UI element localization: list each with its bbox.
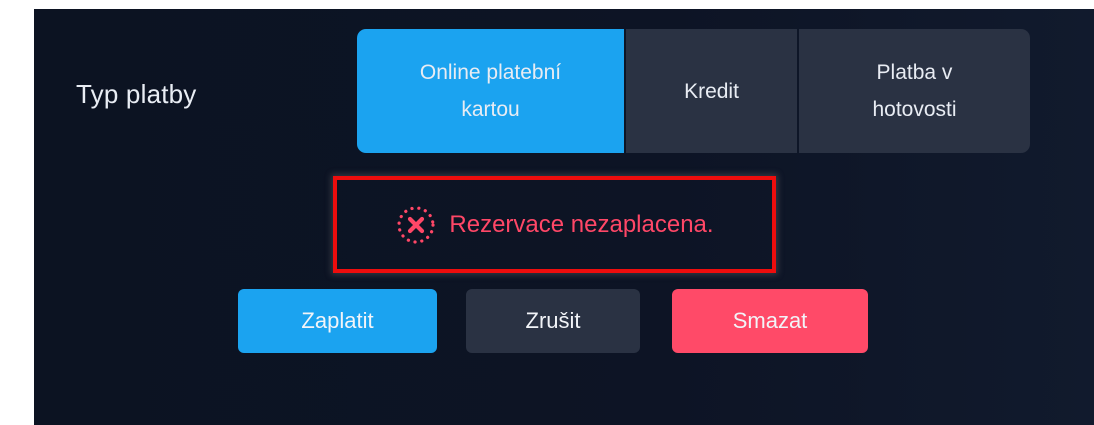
payment-option-cash-line1: Platba v bbox=[876, 61, 953, 84]
payment-option-cash-line2: hotovosti bbox=[872, 98, 957, 121]
payment-option-card-line2: kartou bbox=[461, 98, 520, 121]
cancel-button[interactable]: Zrušit bbox=[466, 289, 640, 353]
delete-button[interactable]: Smazat bbox=[672, 289, 868, 353]
payment-option-credit[interactable]: Kredit bbox=[626, 29, 797, 153]
error-x-circle-icon bbox=[397, 205, 436, 244]
payment-option-credit-label: Kredit bbox=[684, 79, 739, 103]
payment-option-card-line1: Online platební bbox=[419, 61, 562, 84]
pay-button[interactable]: Zaplatit bbox=[238, 289, 437, 353]
payment-option-card[interactable]: Online platební kartou bbox=[357, 29, 624, 153]
unpaid-alert: Rezervace nezaplacena. bbox=[333, 176, 776, 273]
alert-message: Rezervace nezaplacena. bbox=[449, 210, 714, 238]
payment-type-label: Typ platby bbox=[76, 79, 197, 109]
payment-option-cash[interactable]: Platba v hotovosti bbox=[799, 29, 1030, 153]
